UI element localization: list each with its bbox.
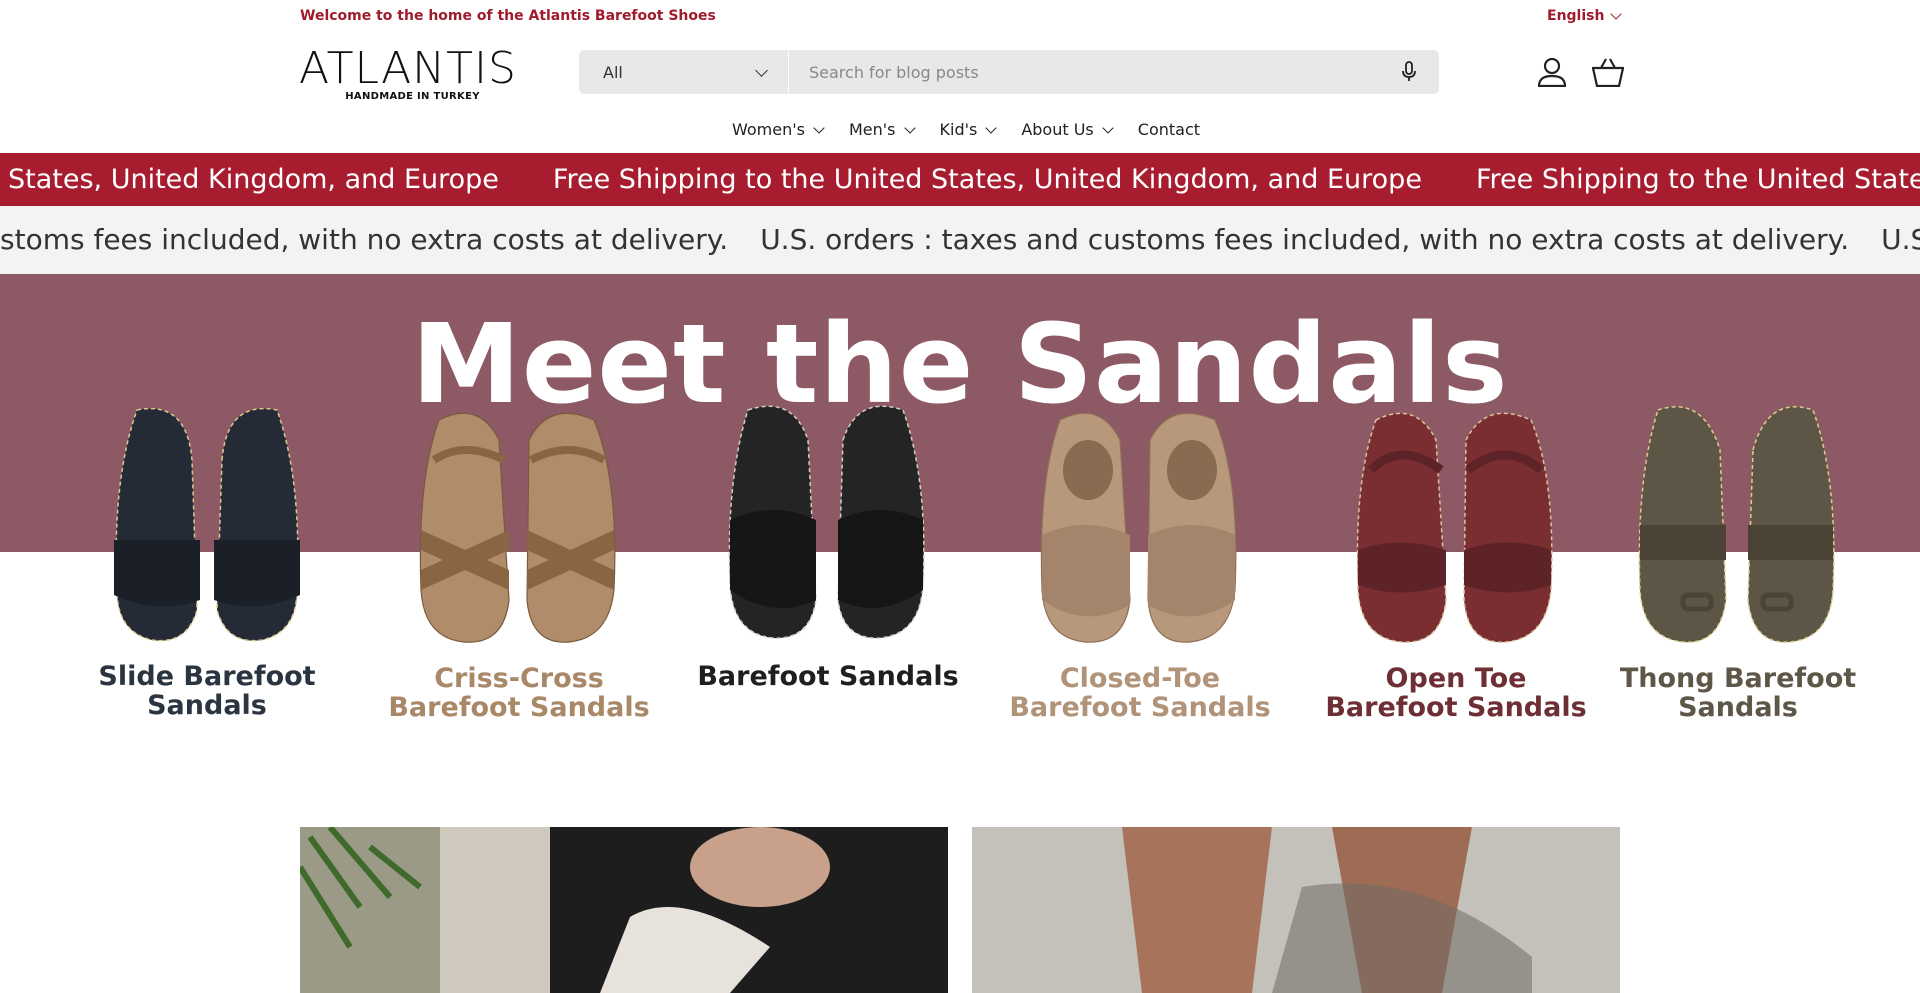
language-selector[interactable]: English: [1547, 8, 1623, 24]
nav-item-label: Kid's: [939, 120, 978, 139]
product-card-criss-cross[interactable]: Criss-Cross Barefoot Sandals: [379, 400, 659, 722]
chevron-down-icon: [1102, 121, 1114, 134]
marquee-text: U.S. orders : taxe: [1881, 223, 1920, 256]
site-logo[interactable]: ATLANTIS HANDMADE IN TURKEY: [299, 43, 517, 103]
sandal-image: [114, 407, 300, 642]
announcement-bar: Welcome to the home of the Atlantis Bare…: [0, 0, 1920, 32]
product-name: Open Toe Barefoot Sandals: [1325, 663, 1587, 723]
search-bar: All: [579, 50, 1439, 94]
lifestyle-photo[interactable]: [972, 827, 1620, 993]
product-card-slide[interactable]: Slide Barefoot Sandals: [67, 400, 347, 720]
nav-item-label: Women's: [731, 120, 805, 139]
search-input[interactable]: [789, 50, 1379, 94]
photo-image: [972, 827, 1620, 993]
chevron-down-icon: [985, 121, 997, 134]
nav-item-womens[interactable]: Women's: [731, 120, 825, 139]
sandal-image: [419, 412, 616, 643]
marquee-text: Free Shipping to the United States, Unit…: [552, 164, 1422, 195]
customs-marquee: stoms fees included, with no extra costs…: [0, 206, 1920, 274]
welcome-message: Welcome to the home of the Atlantis Bare…: [300, 8, 716, 24]
sandal-image: [1638, 406, 1835, 643]
nav-item-label: Men's: [848, 120, 896, 139]
voice-search-button[interactable]: [1379, 50, 1439, 94]
basket-icon: [1592, 58, 1624, 87]
nav-item-contact[interactable]: Contact: [1138, 120, 1200, 139]
chevron-down-icon: [755, 63, 768, 77]
marquee-text: States, United Kingdom, and Europe: [8, 164, 499, 195]
photo-image: [300, 827, 948, 993]
microphone-icon: [1402, 61, 1416, 81]
sandal-image: [728, 405, 925, 639]
product-name: Thong Barefoot Sandals: [1619, 663, 1857, 723]
nav-item-label: Contact: [1137, 120, 1201, 139]
account-button[interactable]: [1536, 56, 1568, 88]
nav-item-about-us[interactable]: About Us: [1021, 120, 1114, 139]
product-card-barefoot[interactable]: Barefoot Sandals: [688, 400, 968, 691]
chevron-down-icon: [1610, 8, 1623, 20]
sandal-image: [1040, 412, 1237, 643]
product-card-thong[interactable]: Thong Barefoot Sandals: [1598, 400, 1878, 722]
shipping-marquee: States, United Kingdom, and Europe Free S…: [0, 153, 1920, 206]
logo-wordmark: ATLANTIS: [299, 43, 517, 94]
chevron-down-icon: [903, 121, 916, 134]
search-category-select[interactable]: All: [579, 50, 789, 94]
user-icon: [1537, 57, 1567, 87]
chevron-down-icon: [813, 121, 825, 134]
cart-button[interactable]: [1592, 56, 1624, 88]
nav-item-label: About Us: [1021, 120, 1094, 139]
product-name: Criss-Cross Barefoot Sandals: [388, 663, 650, 723]
product-name: Slide Barefoot Sandals: [98, 661, 316, 721]
lifestyle-photo[interactable]: [300, 827, 948, 993]
marquee-text: U.S. orders : taxes and customs fees inc…: [760, 223, 1850, 256]
nav-item-mens[interactable]: Men's: [848, 120, 916, 139]
search-category-label: All: [603, 62, 623, 82]
nav-item-kids[interactable]: Kid's: [939, 120, 997, 139]
product-name: Barefoot Sandals: [697, 661, 959, 692]
product-name: Closed-Toe Barefoot Sandals: [1009, 663, 1271, 723]
marquee-text: stoms fees included, with no extra costs…: [0, 223, 729, 256]
main-nav: Women's Men's Kid's About Us Contact: [0, 120, 1920, 139]
sandal-image: [1356, 412, 1553, 643]
marquee-text: Free Shipping to the United States, Unit: [1475, 164, 1920, 195]
language-label: English: [1547, 8, 1605, 24]
product-card-closed-toe[interactable]: Closed-Toe Barefoot Sandals: [1000, 400, 1280, 722]
product-card-open-toe[interactable]: Open Toe Barefoot Sandals: [1316, 400, 1596, 722]
